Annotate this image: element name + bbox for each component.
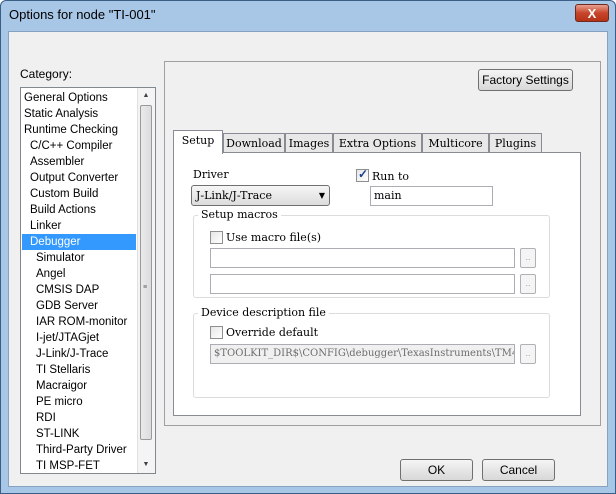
scroll-up-icon[interactable]: ▲ <box>138 88 154 104</box>
tab-download[interactable]: Download <box>223 133 285 153</box>
check-icon: ✓ <box>358 167 369 181</box>
run-to-checkbox[interactable]: ✓ <box>356 167 369 182</box>
driver-label: Driver <box>193 168 229 181</box>
options-dialog: Options for node "TI-001" X Category: Ge… <box>0 0 616 494</box>
category-item-assembler[interactable]: Assembler <box>22 154 136 170</box>
category-item-build-actions[interactable]: Build Actions <box>22 202 136 218</box>
scrollbar-thumb[interactable]: ≡ <box>140 105 152 440</box>
tab-plugins[interactable]: Plugins <box>489 133 542 153</box>
category-item-general-options[interactable]: General Options <box>22 90 136 106</box>
dialog-client-area: Category: General Options Static Analysis… <box>8 31 608 487</box>
category-item-st-link[interactable]: ST-LINK <box>22 426 136 442</box>
cancel-button[interactable]: Cancel <box>482 459 555 481</box>
close-icon: X <box>587 6 597 21</box>
tab-extra-options[interactable]: Extra Options <box>333 133 422 153</box>
use-macro-checkbox[interactable] <box>210 231 223 244</box>
ok-button[interactable]: OK <box>400 459 473 481</box>
category-item-j-link-j-trace[interactable]: J-Link/J-Trace <box>22 346 136 362</box>
run-to-label: Run to <box>372 170 409 183</box>
category-item-third-party-driver[interactable]: Third-Party Driver <box>22 442 136 458</box>
setup-macros-group: Setup macros Use macro file(s) .. .. <box>193 208 550 298</box>
category-item-rdi[interactable]: RDI <box>22 410 136 426</box>
category-item-gdb-server[interactable]: GDB Server <box>22 298 136 314</box>
driver-dropdown[interactable]: J-Link/J-Trace ▼ <box>191 185 330 206</box>
category-item-pe-micro[interactable]: PE micro <box>22 394 136 410</box>
category-item-i-jet-jtagjet[interactable]: I-jet/JTAGjet <box>22 330 136 346</box>
grip-icon: ≡ <box>143 284 148 291</box>
category-item-cmsis-dap[interactable]: CMSIS DAP <box>22 282 136 298</box>
category-item-ti-msp-fet[interactable]: TI MSP-FET <box>22 458 136 473</box>
category-item-runtime-checking[interactable]: Runtime Checking <box>22 122 136 138</box>
chevron-down-icon: ▼ <box>318 191 325 200</box>
device-description-group: Device description file Override default… <box>193 306 550 398</box>
device-description-path: $TOOLKIT_DIR$\CONFIG\debugger\TexasInstr… <box>210 344 515 364</box>
category-item-angel[interactable]: Angel <box>22 266 136 282</box>
category-list[interactable]: General Options Static Analysis Runtime Ch… <box>20 87 156 474</box>
scroll-down-icon[interactable]: ▼ <box>138 457 154 473</box>
override-default-checkbox[interactable] <box>210 326 223 339</box>
category-item-simulator[interactable]: Simulator <box>22 250 136 266</box>
category-item-ti-stellaris[interactable]: TI Stellaris <box>22 362 136 378</box>
browse-macro-2-button[interactable]: .. <box>520 274 536 294</box>
close-button[interactable]: X <box>575 4 609 22</box>
window-title: Options for node "TI-001" <box>9 7 156 22</box>
use-macro-label: Use macro file(s) <box>226 231 322 244</box>
macro-file-input-1[interactable] <box>210 248 515 268</box>
category-item-c-c-compiler[interactable]: C/C++ Compiler <box>22 138 136 154</box>
category-item-linker[interactable]: Linker <box>22 218 136 234</box>
category-label: Category: <box>20 67 73 81</box>
browse-macro-1-button[interactable]: .. <box>520 248 536 268</box>
category-item-iar-rom-monitor[interactable]: IAR ROM-monitor <box>22 314 136 330</box>
device-description-label: Device description file <box>198 306 329 319</box>
override-default-label: Override default <box>226 326 319 339</box>
tab-setup[interactable]: Setup <box>173 130 223 154</box>
category-item-output-converter[interactable]: Output Converter <box>22 170 136 186</box>
category-scrollbar[interactable]: ▲ ≡ ▼ <box>137 88 155 473</box>
run-to-input[interactable]: main <box>370 186 493 206</box>
setup-tab-page: Driver J-Link/J-Trace ▼ ✓ Run to main Se… <box>173 152 581 416</box>
tab-multicore[interactable]: Multicore <box>422 133 489 153</box>
factory-settings-button[interactable]: Factory Settings <box>478 69 573 91</box>
category-item-macraigor[interactable]: Macraigor <box>22 378 136 394</box>
tab-images[interactable]: Images <box>285 133 333 153</box>
setup-macros-label: Setup macros <box>198 208 281 221</box>
title-bar[interactable]: Options for node "TI-001" X <box>1 1 615 31</box>
macro-file-input-2[interactable] <box>210 274 515 294</box>
driver-value: J-Link/J-Trace <box>196 189 272 202</box>
category-item-debugger[interactable]: Debugger <box>22 234 136 250</box>
category-item-custom-build[interactable]: Custom Build <box>22 186 136 202</box>
category-item-static-analysis[interactable]: Static Analysis <box>22 106 136 122</box>
browse-device-description-button: .. <box>520 344 536 364</box>
